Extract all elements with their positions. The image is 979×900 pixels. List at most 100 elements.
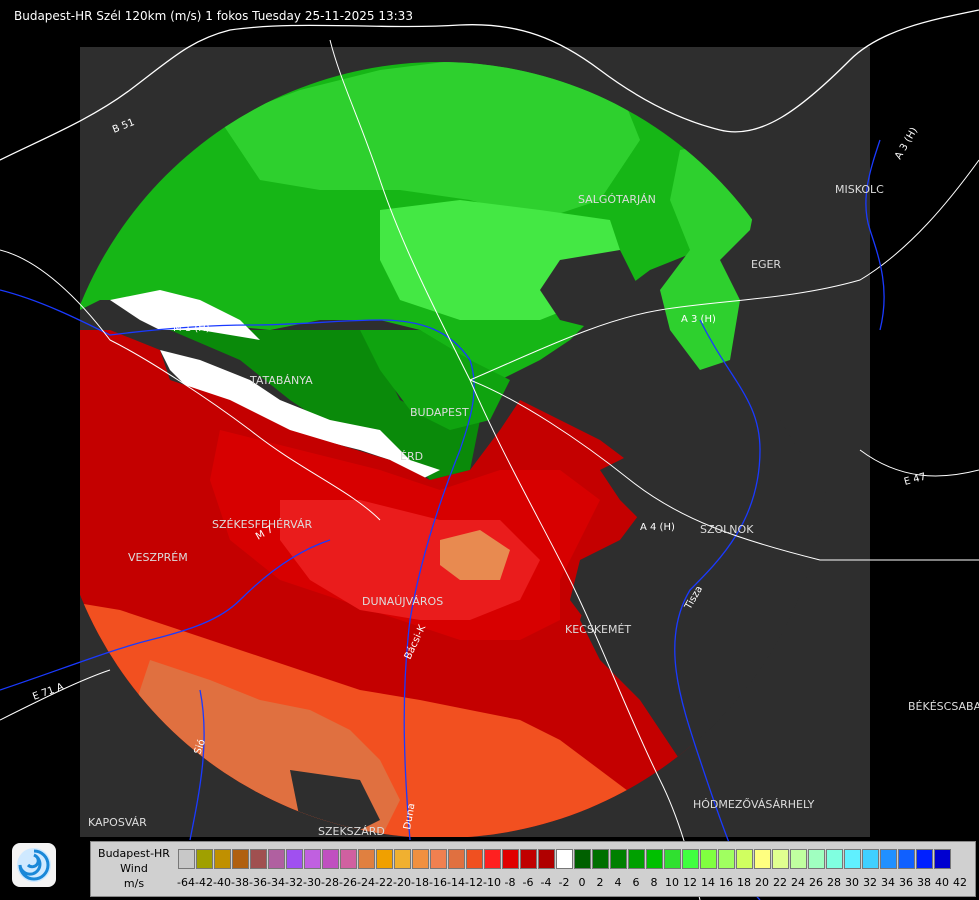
legend-swatch: [628, 849, 645, 869]
road-label-a3: A 3 (H): [681, 314, 716, 325]
legend-tick-label: -4: [540, 876, 552, 889]
legend-tick-label: -24: [357, 876, 375, 889]
city-label-kecskemet: KECSKEMÉT: [565, 623, 631, 636]
legend-swatch: [808, 849, 825, 869]
legend-tick-label: 10: [665, 876, 679, 889]
legend-swatch: [682, 849, 699, 869]
legend-swatch: [664, 849, 681, 869]
legend-swatch: [214, 849, 231, 869]
swirl-logo-icon: [17, 848, 51, 882]
legend-tick-label: -20: [393, 876, 411, 889]
legend-tick-label: -14: [447, 876, 465, 889]
color-legend: Budapest-HR Wind m/s -64 -42 -40 -38 -36 -34-…: [90, 841, 976, 897]
legend-tick-label: 28: [827, 876, 841, 889]
city-label-veszprem: VESZPRÉM: [128, 551, 188, 564]
legend-swatch: [556, 849, 573, 869]
legend-tick-label: -2: [558, 876, 570, 889]
legend-tick-label: 22: [773, 876, 787, 889]
legend-tick-label: 24: [791, 876, 805, 889]
legend-swatch: [844, 849, 861, 869]
legend-swatch: [430, 849, 447, 869]
legend-swatch: [394, 849, 411, 869]
legend-swatch: [646, 849, 663, 869]
legend-tick-label: -10: [483, 876, 501, 889]
road-label-e71a: E 71 A: [31, 681, 65, 702]
city-label-miskolc: MISKOLC: [835, 183, 884, 196]
legend-swatch: [862, 849, 879, 869]
legend-tick-label: 30: [845, 876, 859, 889]
legend-tick-label: -42: [195, 876, 213, 889]
legend-swatch: [754, 849, 771, 869]
legend-swatch: [196, 849, 213, 869]
city-label-eger: EGER: [751, 258, 781, 271]
road-label-m1: M 1 (H): [173, 323, 210, 334]
city-label-hodmezovasarhely: HÓDMEZŐVÁSÁRHELY: [693, 797, 815, 811]
legend-tick-label: -38: [231, 876, 249, 889]
legend-tick-label: -6: [522, 876, 534, 889]
legend-swatch: [916, 849, 933, 869]
legend-tick-label: -22: [375, 876, 393, 889]
city-label-salgotarjan: SALGÓTARJÁN: [578, 193, 656, 206]
legend-tick-label: -30: [303, 876, 321, 889]
road-label-e47: E 47: [903, 472, 927, 488]
legend-swatch: [520, 849, 537, 869]
road-label-a3-east: A 3 (H): [893, 126, 920, 162]
legend-swatch: [880, 849, 897, 869]
legend-tick-label: -28: [321, 876, 339, 889]
legend-tick-label: 42: [953, 876, 967, 889]
legend-swatch: [718, 849, 735, 869]
legend-tick-label: 32: [863, 876, 877, 889]
legend-tick-label: 14: [701, 876, 715, 889]
city-label-budapest: BUDAPEST: [410, 406, 469, 419]
legend-swatch: [592, 849, 609, 869]
legend-tick-label: 40: [935, 876, 949, 889]
legend-swatch: [538, 849, 555, 869]
legend-swatch: [232, 849, 249, 869]
city-label-kaposvar: KAPOSVÁR: [88, 816, 147, 829]
legend-tick-label: 38: [917, 876, 931, 889]
legend-swatch: [286, 849, 303, 869]
legend-swatch: [250, 849, 267, 869]
legend-swatch: [448, 849, 465, 869]
radar-map: SALGÓTARJÁN MISKOLC EGER TATABÁNYA BUDAP…: [0, 9, 979, 900]
legend-tick-label: 16: [719, 876, 733, 889]
legend-swatch: [358, 849, 375, 869]
legend-swatch: [484, 849, 501, 869]
legend-tick-label: -64: [177, 876, 195, 889]
legend-tick-label: 20: [755, 876, 769, 889]
city-label-szolnok: SZOLNOK: [700, 523, 754, 536]
legend-tick-label: 2: [596, 876, 604, 889]
legend-radar-name: Budapest-HR: [98, 847, 170, 860]
city-label-bekescsaba: BÉKÉSCSABA: [908, 700, 979, 713]
logo-icon: [12, 843, 56, 887]
legend-swatch: [772, 849, 789, 869]
legend-swatch: [268, 849, 285, 869]
legend-tick-label: -12: [465, 876, 483, 889]
legend-swatch: [934, 849, 951, 869]
legend-tick-label: -32: [285, 876, 303, 889]
page-title: Budapest-HR Szél 120km (m/s) 1 fokos Tue…: [14, 9, 413, 23]
legend-swatch: [610, 849, 627, 869]
legend-label: Budapest-HR Wind m/s: [95, 846, 173, 891]
legend-tick-label: -8: [504, 876, 516, 889]
legend-tick-label: 26: [809, 876, 823, 889]
legend-tick-label: 6: [632, 876, 640, 889]
legend-tick-label: -26: [339, 876, 357, 889]
legend-swatch: [304, 849, 321, 869]
legend-swatch: [466, 849, 483, 869]
legend-tick-label: -18: [411, 876, 429, 889]
legend-swatch: [790, 849, 807, 869]
legend-swatches: [178, 849, 952, 869]
legend-tick-label: 36: [899, 876, 913, 889]
legend-tick-label: -40: [213, 876, 231, 889]
legend-tick-label: -34: [267, 876, 285, 889]
legend-swatch: [340, 849, 357, 869]
legend-tick-label: 4: [614, 876, 622, 889]
city-label-szekszard: SZEKSZÁRD: [318, 825, 385, 838]
legend-tick-label: -36: [249, 876, 267, 889]
legend-tick-label: 34: [881, 876, 895, 889]
city-label-erd: ÉRD: [400, 450, 423, 463]
legend-swatch: [502, 849, 519, 869]
legend-tick-label: 0: [578, 876, 586, 889]
legend-swatch: [376, 849, 393, 869]
